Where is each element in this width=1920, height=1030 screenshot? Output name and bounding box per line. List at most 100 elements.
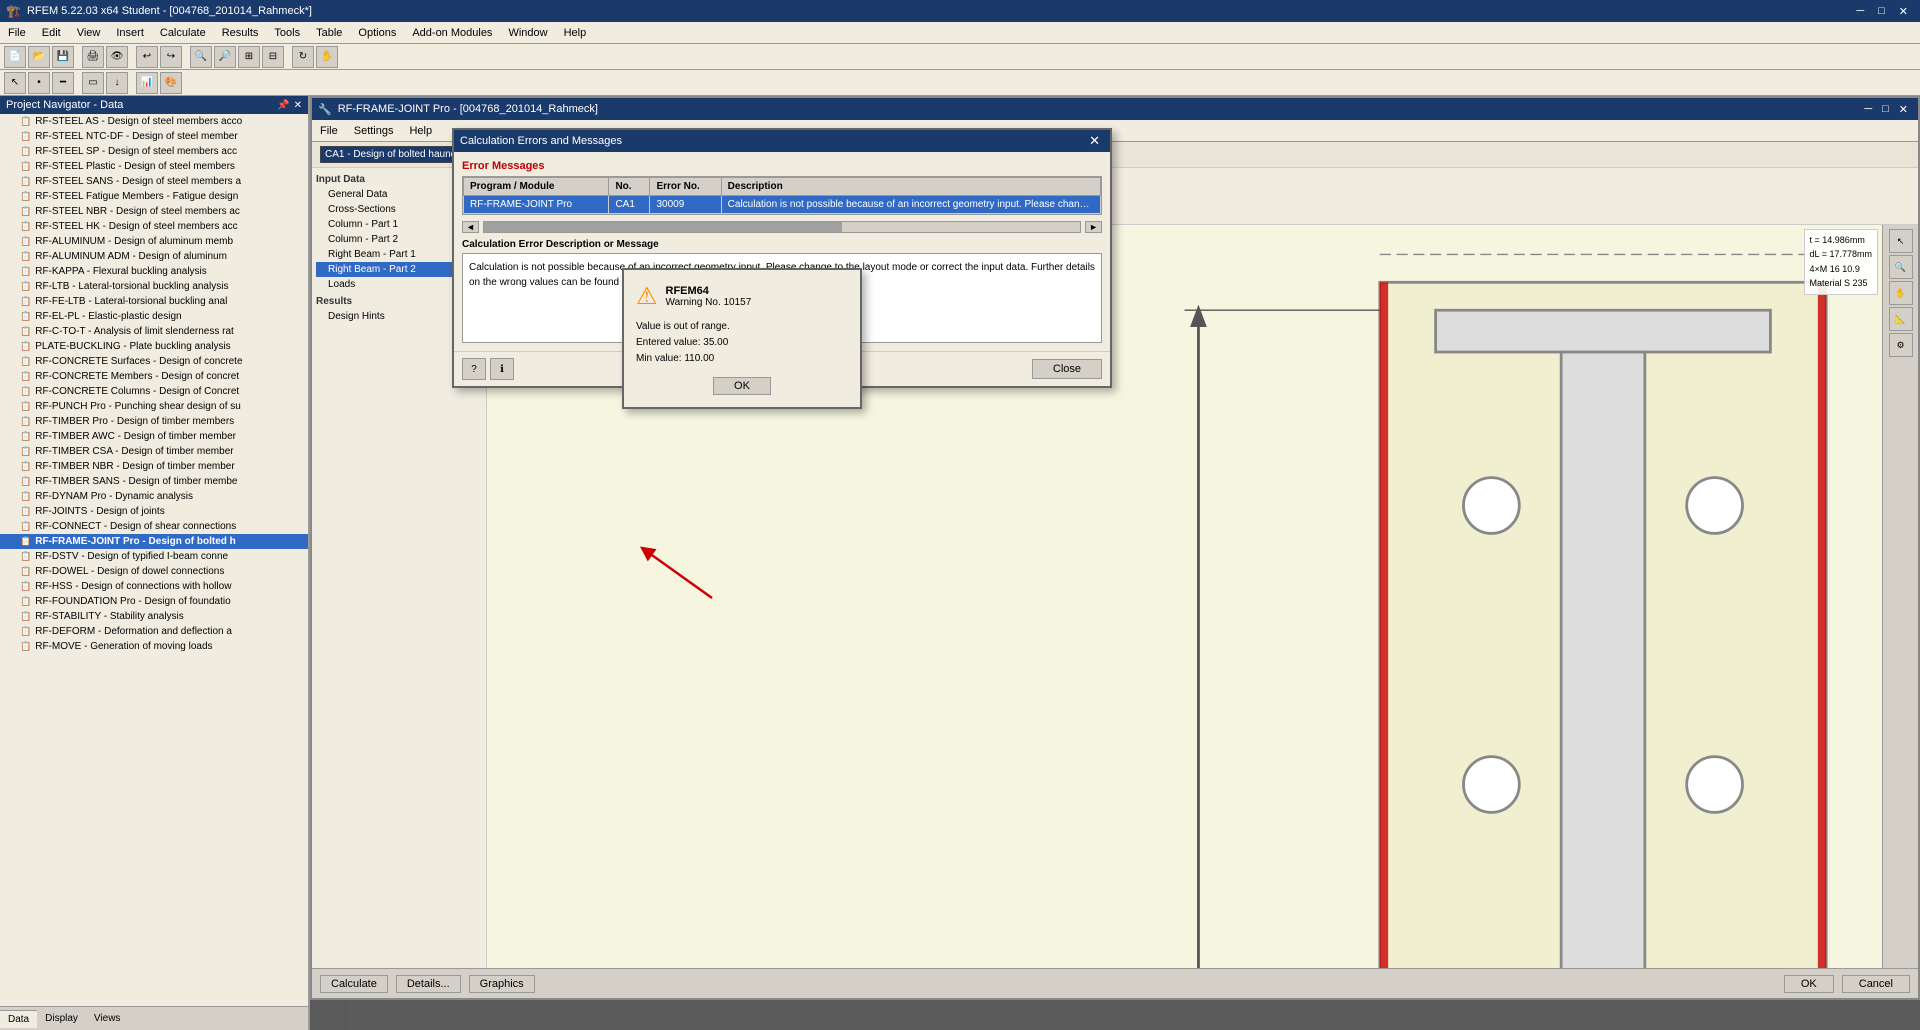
rf-maximize[interactable]: □	[1878, 103, 1893, 116]
tree-item-35[interactable]: 📋 RF-MOVE - Generation of moving loads	[0, 639, 308, 654]
tb-print[interactable]: 🖨	[82, 46, 104, 68]
error-row-0[interactable]: RF-FRAME-JOINT Pro CA1 30009 Calculation…	[464, 196, 1101, 214]
tree-item-3[interactable]: 📋 RF-STEEL Plastic - Design of steel mem…	[0, 159, 308, 174]
rf-close[interactable]: ✕	[1895, 103, 1912, 116]
tree-item-6[interactable]: 📋 RF-STEEL NBR - Design of steel members…	[0, 204, 308, 219]
tree-item-5[interactable]: 📋 RF-STEEL Fatigue Members - Fatigue des…	[0, 189, 308, 204]
tree-item-12[interactable]: 📋 RF-FE-LTB - Lateral-torsional buckling…	[0, 294, 308, 309]
tree-item-7[interactable]: 📋 RF-STEEL HK - Design of steel members …	[0, 219, 308, 234]
tree-item-18[interactable]: 📋 RF-CONCRETE Columns - Design of Concre…	[0, 384, 308, 399]
tb2-render[interactable]: 🎨	[160, 72, 182, 94]
menu-edit[interactable]: Edit	[34, 25, 69, 41]
draw-btn-4[interactable]: 📐	[1889, 307, 1913, 331]
calc-errors-close-x[interactable]: ✕	[1085, 133, 1104, 149]
tree-item-4[interactable]: 📋 RF-STEEL SANS - Design of steel member…	[0, 174, 308, 189]
tb-zoom-all[interactable]: ⊟	[262, 46, 284, 68]
draw-btn-2[interactable]: 🔍	[1889, 255, 1913, 279]
tree-item-13[interactable]: 📋 RF-EL-PL - Elastic-plastic design	[0, 309, 308, 324]
tb-redo[interactable]: ↪	[160, 46, 182, 68]
tb-zoom-fit[interactable]: ⊞	[238, 46, 260, 68]
graphics-button[interactable]: Graphics	[469, 975, 535, 993]
tb2-result[interactable]: 📊	[136, 72, 158, 94]
tree-item-27[interactable]: 📋 RF-CONNECT - Design of shear connectio…	[0, 519, 308, 534]
tb-zoom-out[interactable]: 🔎	[214, 46, 236, 68]
calculate-button[interactable]: Calculate	[320, 975, 388, 993]
tree-item-14[interactable]: 📋 RF-C-TO-T - Analysis of limit slendern…	[0, 324, 308, 339]
details-button[interactable]: Details...	[396, 975, 461, 993]
menu-results[interactable]: Results	[214, 25, 267, 41]
minimize-button[interactable]: ─	[1850, 3, 1870, 20]
tree-item-28[interactable]: 📋 RF-FRAME-JOINT Pro - Design of bolted …	[0, 534, 308, 549]
menu-table[interactable]: Table	[308, 25, 350, 41]
tree-item-24[interactable]: 📋 RF-TIMBER SANS - Design of timber memb…	[0, 474, 308, 489]
tree-item-2[interactable]: 📋 RF-STEEL SP - Design of steel members …	[0, 144, 308, 159]
scroll-thumb[interactable]	[484, 222, 842, 232]
tb-rotate[interactable]: ↻	[292, 46, 314, 68]
tb2-load[interactable]: ↓	[106, 72, 128, 94]
tree-item-9[interactable]: 📋 RF-ALUMINUM ADM - Design of aluminum	[0, 249, 308, 264]
menu-calculate[interactable]: Calculate	[152, 25, 214, 41]
menu-addon[interactable]: Add-on Modules	[404, 25, 500, 41]
rf-menu-settings[interactable]: Settings	[346, 123, 402, 139]
tree-item-26[interactable]: 📋 RF-JOINTS - Design of joints	[0, 504, 308, 519]
tree-item-0[interactable]: 📋 RF-STEEL AS - Design of steel members …	[0, 114, 308, 129]
tree-item-30[interactable]: 📋 RF-DOWEL - Design of dowel connections	[0, 564, 308, 579]
tree-item-33[interactable]: 📋 RF-STABILITY - Stability analysis	[0, 609, 308, 624]
tb2-select[interactable]: ↖	[4, 72, 26, 94]
tree-item-19[interactable]: 📋 RF-PUNCH Pro - Punching shear design o…	[0, 399, 308, 414]
menu-window[interactable]: Window	[500, 25, 555, 41]
cancel-button[interactable]: Cancel	[1842, 975, 1910, 993]
tb2-surface[interactable]: ▭	[82, 72, 104, 94]
info-button[interactable]: ℹ	[490, 358, 514, 380]
menu-insert[interactable]: Insert	[108, 25, 152, 41]
draw-btn-3[interactable]: ✋	[1889, 281, 1913, 305]
tree-item-21[interactable]: 📋 RF-TIMBER AWC - Design of timber membe…	[0, 429, 308, 444]
menu-file[interactable]: File	[0, 25, 34, 41]
case-dropdown[interactable]: CA1 - Design of bolted haunch	[320, 146, 467, 163]
tb-save[interactable]: 💾	[52, 46, 74, 68]
tab-display[interactable]: Display	[37, 1010, 86, 1027]
close-dialog-button[interactable]: Close	[1032, 359, 1102, 379]
scroll-right-btn[interactable]: ►	[1085, 221, 1102, 233]
panel-close-btn[interactable]: ✕	[294, 100, 302, 111]
tree-item-16[interactable]: 📋 RF-CONCRETE Surfaces - Design of concr…	[0, 354, 308, 369]
panel-pin[interactable]: 📌	[277, 100, 289, 111]
scroll-left-btn[interactable]: ◄	[462, 221, 479, 233]
tb-preview[interactable]: 👁	[106, 46, 128, 68]
tab-views[interactable]: Views	[86, 1010, 129, 1027]
draw-btn-5[interactable]: ⚙	[1889, 333, 1913, 357]
rf-minimize[interactable]: ─	[1860, 103, 1876, 116]
tree-item-23[interactable]: 📋 RF-TIMBER NBR - Design of timber membe…	[0, 459, 308, 474]
rf-menu-help[interactable]: Help	[401, 123, 440, 139]
tree-item-31[interactable]: 📋 RF-HSS - Design of connections with ho…	[0, 579, 308, 594]
draw-btn-1[interactable]: ↖	[1889, 229, 1913, 253]
tree-item-34[interactable]: 📋 RF-DEFORM - Deformation and deflection…	[0, 624, 308, 639]
tb-open[interactable]: 📂	[28, 46, 50, 68]
horizontal-scrollbar[interactable]	[483, 221, 1081, 233]
tab-data[interactable]: Data	[0, 1010, 37, 1028]
tree-item-20[interactable]: 📋 RF-TIMBER Pro - Design of timber membe…	[0, 414, 308, 429]
menu-tools[interactable]: Tools	[266, 25, 308, 41]
tree-item-1[interactable]: 📋 RF-STEEL NTC-DF - Design of steel memb…	[0, 129, 308, 144]
menu-help[interactable]: Help	[556, 25, 595, 41]
tree-item-11[interactable]: 📋 RF-LTB - Lateral-torsional buckling an…	[0, 279, 308, 294]
tree-item-17[interactable]: 📋 RF-CONCRETE Members - Design of concre…	[0, 369, 308, 384]
tb2-node[interactable]: •	[28, 72, 50, 94]
tree-item-25[interactable]: 📋 RF-DYNAM Pro - Dynamic analysis	[0, 489, 308, 504]
tree-item-10[interactable]: 📋 RF-KAPPA - Flexural buckling analysis	[0, 264, 308, 279]
rf-menu-file[interactable]: File	[312, 123, 346, 139]
tb-pan[interactable]: ✋	[316, 46, 338, 68]
ok-button[interactable]: OK	[1784, 975, 1834, 993]
tb2-member[interactable]: ━	[52, 72, 74, 94]
tb-zoom-in[interactable]: 🔍	[190, 46, 212, 68]
maximize-button[interactable]: □	[1872, 3, 1891, 20]
close-button[interactable]: ✕	[1893, 3, 1914, 20]
tb-new[interactable]: 📄	[4, 46, 26, 68]
tree-item-8[interactable]: 📋 RF-ALUMINUM - Design of aluminum memb	[0, 234, 308, 249]
tb-undo[interactable]: ↩	[136, 46, 158, 68]
title-bar-controls[interactable]: ─ □ ✕	[1850, 3, 1914, 20]
warning-ok-button[interactable]: OK	[713, 377, 771, 395]
tree-item-22[interactable]: 📋 RF-TIMBER CSA - Design of timber membe…	[0, 444, 308, 459]
tree-item-32[interactable]: 📋 RF-FOUNDATION Pro - Design of foundati…	[0, 594, 308, 609]
tree-item-15[interactable]: 📋 PLATE-BUCKLING - Plate buckling analys…	[0, 339, 308, 354]
